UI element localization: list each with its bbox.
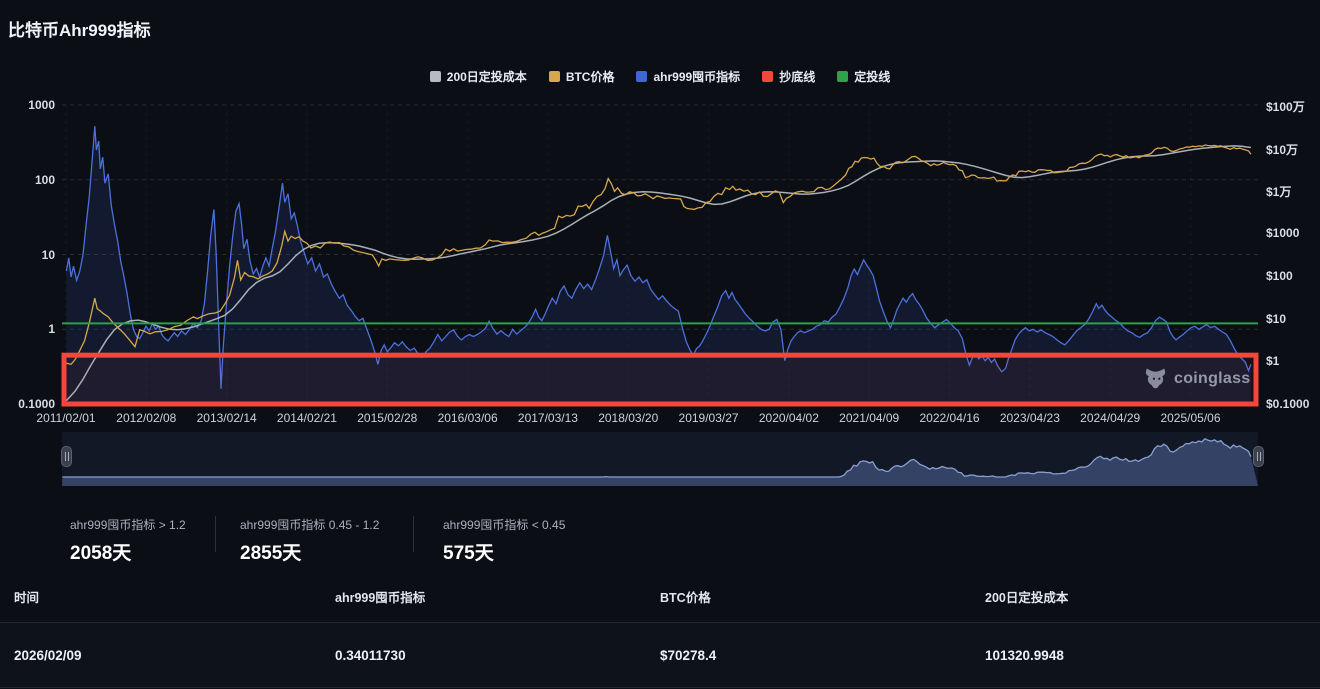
main-chart[interactable] [0, 95, 1320, 432]
navigator-chart[interactable] [62, 432, 1258, 486]
x-axis-label: 2019/03/27 [664, 411, 754, 425]
x-axis-label: 2024/04/29 [1065, 411, 1155, 425]
y-axis-right-label: $1万 [1266, 183, 1291, 200]
x-axis-label: 2013/02/14 [182, 411, 272, 425]
y-axis-right-label: $10万 [1266, 141, 1298, 158]
coinglass-watermark-text: coinglass [1174, 370, 1251, 388]
coinglass-logo-icon [1144, 367, 1167, 390]
legend-swatch [762, 71, 773, 82]
legend-item-BTC价格[interactable]: BTC价格 [549, 68, 615, 85]
table-header-row: 时间ahr999囤币指标BTC价格200日定投成本 [0, 570, 1320, 623]
x-axis-label: 2015/02/28 [342, 411, 432, 425]
legend-label: 抄底线 [779, 68, 815, 85]
y-axis-left-label: 1 [48, 322, 55, 336]
stat-label: ahr999囤币指标 0.45 - 1.2 [240, 516, 379, 533]
x-axis-label: 2018/03/20 [583, 411, 673, 425]
table-cell: $70278.4 [660, 648, 985, 663]
navigator-area [62, 439, 1258, 486]
y-axis-right-label: $0.1000 [1266, 397, 1309, 411]
y-axis-left-label: 0.1000 [18, 397, 55, 411]
x-axis-label: 2011/02/01 [21, 411, 111, 425]
y-axis-left-label: 10 [42, 248, 55, 262]
stat-value: 575天 [443, 538, 565, 565]
table-cell: 101320.9948 [985, 648, 1320, 663]
y-axis-right-label: $100 [1266, 269, 1293, 283]
x-axis-label: 2025/05/06 [1145, 411, 1235, 425]
y-axis-right-label: $10 [1266, 312, 1286, 326]
stat-card: ahr999囤币指标 > 1.2 2058天 [70, 516, 186, 565]
legend-item-抄底线[interactable]: 抄底线 [762, 68, 815, 85]
page-title: 比特币Ahr999指标 [8, 16, 151, 41]
data-table: 时间ahr999囤币指标BTC价格200日定投成本 2026/02/090.34… [0, 570, 1320, 688]
stat-label: ahr999囤币指标 < 0.45 [443, 516, 565, 533]
ahr999-chart-page: 比特币Ahr999指标 200日定投成本BTC价格ahr999囤币指标抄底线定投… [0, 0, 1320, 689]
y-axis-left-label: 100 [35, 173, 55, 187]
x-axis-label: 2017/03/13 [503, 411, 593, 425]
x-axis-label: 2023/04/23 [985, 411, 1075, 425]
stat-value: 2058天 [70, 538, 186, 565]
table-header-cell: ahr999囤币指标 [335, 587, 660, 606]
legend-item-ahr999囤币指标[interactable]: ahr999囤币指标 [636, 68, 740, 85]
stats-divider [413, 516, 414, 552]
stat-label: ahr999囤币指标 > 1.2 [70, 516, 186, 533]
legend-label: 200日定投成本 [447, 68, 527, 85]
stat-value: 2855天 [240, 538, 379, 565]
legend-swatch [837, 71, 848, 82]
navigator-handle-right[interactable] [1253, 446, 1264, 467]
x-axis-label: 2014/02/21 [262, 411, 352, 425]
navigator-handle-left[interactable] [61, 446, 72, 467]
y-axis-right-label: $1000 [1266, 226, 1299, 240]
legend-swatch [636, 71, 647, 82]
legend-label: ahr999囤币指标 [653, 68, 740, 85]
stats-row: ahr999囤币指标 > 1.2 2058天 ahr999囤币指标 0.45 - 1… [0, 510, 1320, 565]
legend-label: BTC价格 [566, 68, 615, 85]
table-header-cell: BTC价格 [660, 587, 985, 606]
legend-swatch [549, 71, 560, 82]
table-header-cell: 时间 [14, 587, 335, 606]
x-axis-label: 2016/03/06 [423, 411, 513, 425]
coinglass-watermark: coinglass [1144, 367, 1251, 390]
legend-swatch [430, 71, 441, 82]
legend-label: 定投线 [854, 68, 890, 85]
chart-legend: 200日定投成本 BTC价格 ahr999囤币指标 抄底线 定投线 [0, 68, 1320, 85]
y-axis-right-label: $100万 [1266, 98, 1305, 115]
x-axis-label: 2012/02/08 [101, 411, 191, 425]
x-axis-label: 2021/04/09 [824, 411, 914, 425]
table-row: 2026/02/090.34011730$70278.4101320.9948 [0, 623, 1320, 688]
y-axis-right-label: $1 [1266, 354, 1279, 368]
table-header-cell: 200日定投成本 [985, 587, 1320, 606]
bottom-zone-box [64, 355, 1256, 404]
y-axis-left-label: 1000 [28, 98, 55, 112]
stats-divider [215, 516, 216, 552]
table-cell: 2026/02/09 [14, 648, 335, 663]
table-body: 2026/02/090.34011730$70278.4101320.9948 [0, 623, 1320, 688]
navigator[interactable] [62, 432, 1258, 486]
table-cell: 0.34011730 [335, 648, 660, 663]
x-axis-label: 2020/04/02 [744, 411, 834, 425]
legend-item-200日定投成本[interactable]: 200日定投成本 [430, 68, 527, 85]
stat-card: ahr999囤币指标 < 0.45 575天 [443, 516, 565, 565]
x-axis-label: 2022/04/16 [905, 411, 995, 425]
stat-card: ahr999囤币指标 0.45 - 1.2 2855天 [240, 516, 379, 565]
legend-item-定投线[interactable]: 定投线 [837, 68, 890, 85]
